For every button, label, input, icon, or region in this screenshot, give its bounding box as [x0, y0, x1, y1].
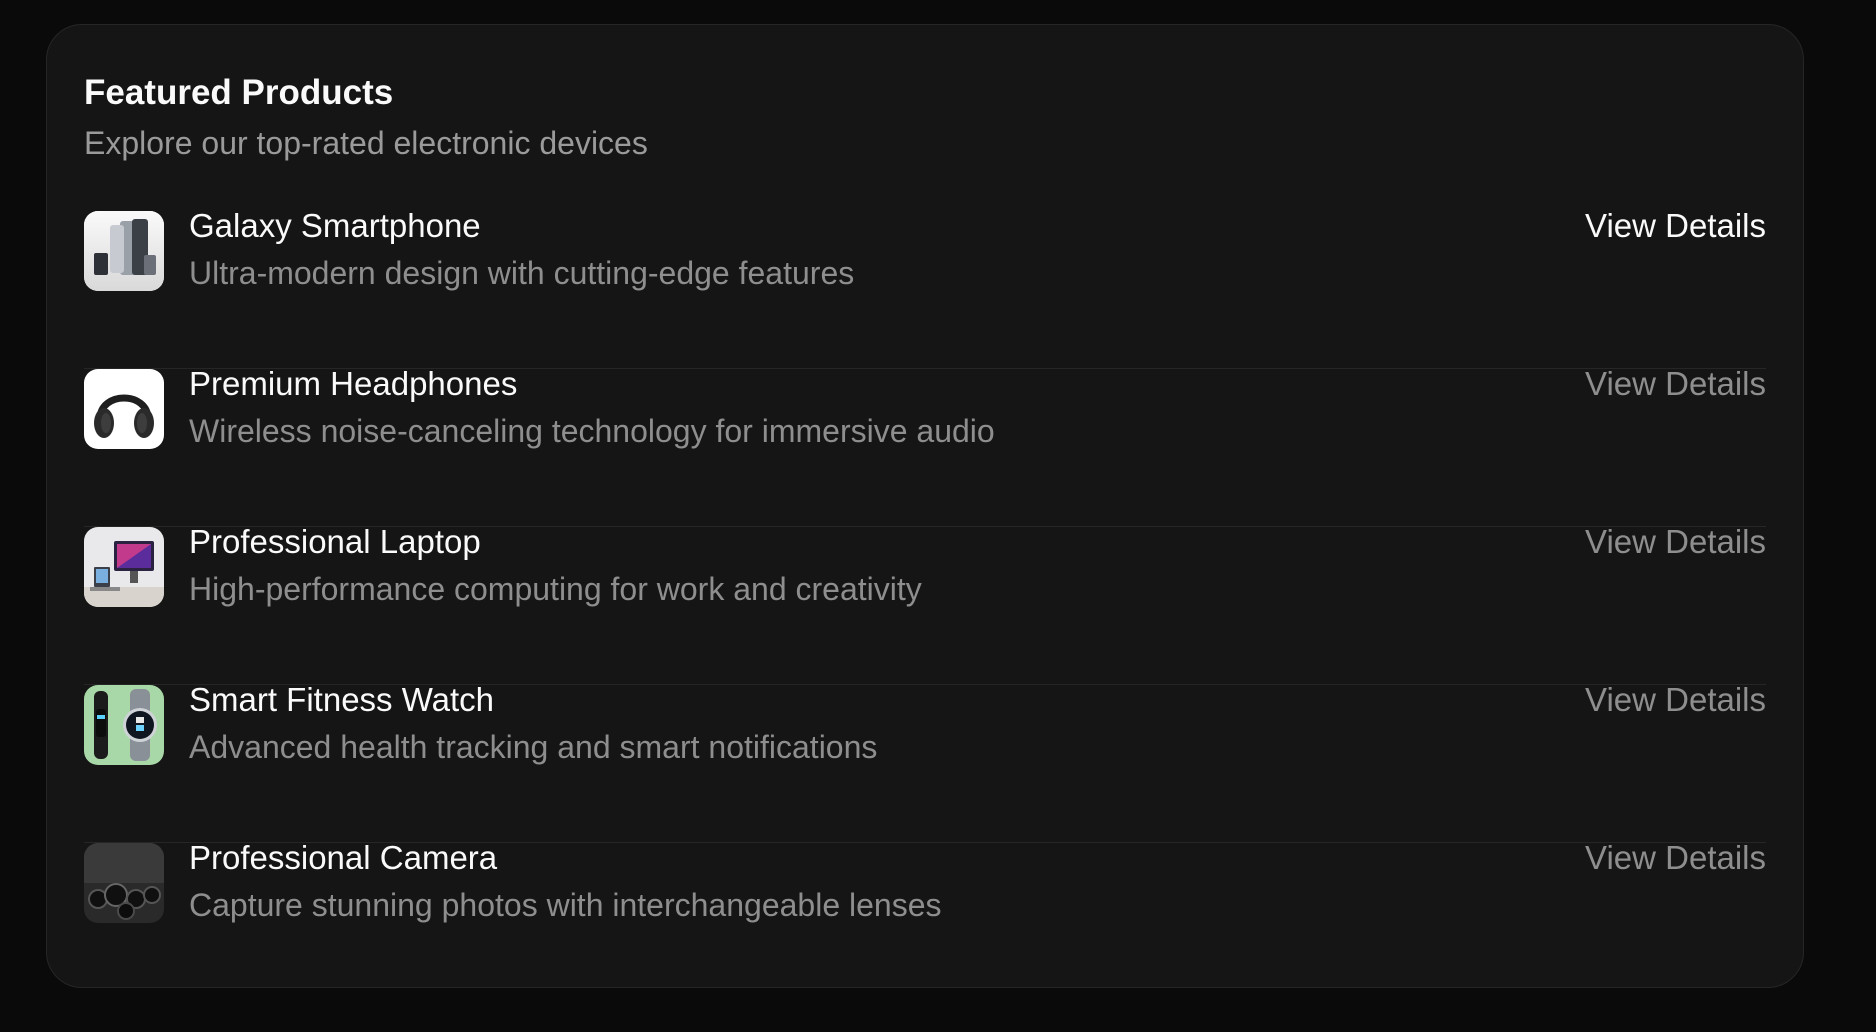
view-details-button[interactable]: View Details — [1585, 205, 1766, 247]
view-details-button[interactable]: View Details — [1585, 837, 1766, 879]
card-subtitle: Explore our top-rated electronic devices — [84, 125, 648, 161]
product-row-watch[interactable]: Smart Fitness Watch Advanced health trac… — [84, 681, 1766, 843]
product-name: Galaxy Smartphone — [189, 207, 481, 244]
product-row-camera[interactable]: Professional Camera Capture stunning pho… — [84, 839, 1766, 1001]
smartphone-thumbnail-icon — [84, 211, 164, 291]
product-row-smartphone[interactable]: Galaxy Smartphone Ultra-modern design wi… — [84, 207, 1766, 369]
product-description: High-performance computing for work and … — [189, 571, 922, 607]
product-name: Smart Fitness Watch — [189, 681, 495, 718]
product-list: Galaxy Smartphone Ultra-modern design wi… — [84, 207, 1766, 1001]
product-row-headphones[interactable]: Premium Headphones Wireless noise-cancel… — [84, 365, 1766, 527]
view-details-button[interactable]: View Details — [1585, 521, 1766, 563]
watch-thumbnail-icon — [84, 685, 164, 765]
product-name: Professional Camera — [189, 839, 498, 876]
camera-thumbnail-icon — [84, 843, 164, 923]
view-details-button[interactable]: View Details — [1585, 363, 1766, 405]
headphones-thumbnail-icon — [84, 369, 164, 449]
product-name: Professional Laptop — [189, 523, 481, 560]
product-description: Capture stunning photos with interchange… — [189, 887, 942, 923]
product-description: Ultra-modern design with cutting-edge fe… — [189, 255, 855, 291]
laptop-thumbnail-icon — [84, 527, 164, 607]
product-description: Wireless noise-canceling technology for … — [189, 413, 995, 449]
product-description: Advanced health tracking and smart notif… — [189, 729, 878, 765]
featured-products-card: Featured Products Explore our top-rated … — [46, 24, 1804, 988]
product-name: Premium Headphones — [189, 365, 518, 402]
product-row-laptop[interactable]: Professional Laptop High-performance com… — [84, 523, 1766, 685]
view-details-button[interactable]: View Details — [1585, 679, 1766, 721]
